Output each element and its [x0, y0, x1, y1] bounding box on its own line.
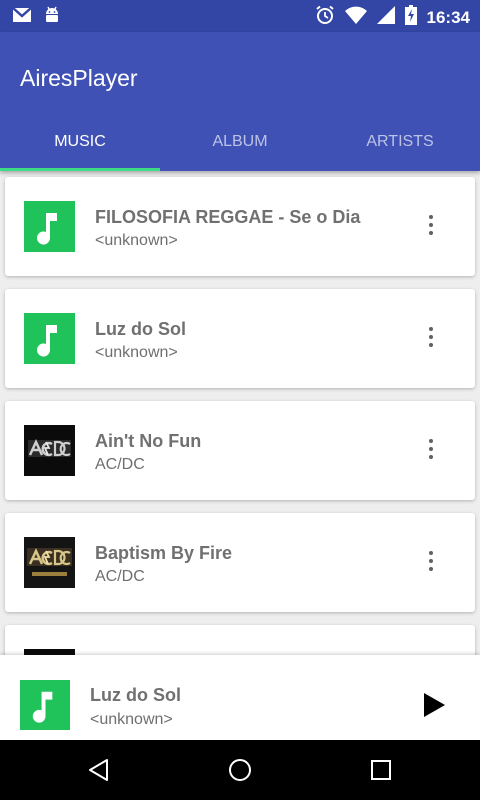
- more-options-icon[interactable]: [425, 549, 437, 577]
- song-artist: AC/DC: [95, 568, 145, 585]
- app-title: AiresPlayer: [20, 65, 138, 91]
- song-card-partial[interactable]: [5, 625, 475, 655]
- android-icon: [44, 6, 60, 29]
- song-title: FILOSOFIA REGGAE - Se o Dia: [95, 207, 361, 227]
- play-icon[interactable]: [422, 692, 446, 718]
- song-artist: <unknown>: [95, 344, 178, 361]
- song-artist: <unknown>: [95, 232, 178, 249]
- more-options-icon[interactable]: [425, 213, 437, 241]
- battery-charging-icon: [404, 5, 417, 30]
- back-icon[interactable]: [87, 758, 111, 782]
- gmail-icon: [12, 7, 32, 28]
- song-card[interactable]: Ain't No Fun AC/DC: [5, 401, 475, 500]
- song-card[interactable]: Luz do Sol <unknown>: [5, 289, 475, 388]
- album-art-icon: [24, 425, 75, 476]
- music-note-icon: [24, 313, 75, 364]
- music-note-icon: [20, 680, 70, 730]
- song-title: Luz do Sol: [95, 319, 186, 339]
- song-card[interactable]: FILOSOFIA REGGAE - Se o Dia <unknown>: [5, 177, 475, 276]
- app-bar: AiresPlayer MUSIC ALBUM ARTISTS: [0, 32, 480, 171]
- song-list[interactable]: FILOSOFIA REGGAE - Se o Dia <unknown> Lu…: [0, 171, 480, 655]
- tab-album[interactable]: ALBUM: [160, 120, 320, 171]
- signal-icon: [376, 6, 395, 29]
- status-bar: 16:34: [0, 0, 480, 32]
- navigation-bar: [0, 740, 480, 800]
- now-playing-title: Luz do Sol: [90, 685, 181, 705]
- home-icon[interactable]: [228, 758, 252, 782]
- tab-artists[interactable]: ARTISTS: [320, 120, 480, 171]
- now-playing-bar[interactable]: Luz do Sol <unknown>: [0, 655, 480, 740]
- more-options-icon[interactable]: [425, 437, 437, 465]
- alarm-icon: [315, 5, 335, 30]
- tab-music[interactable]: MUSIC: [0, 120, 160, 171]
- clock: 16:34: [426, 7, 470, 27]
- wifi-icon: [344, 6, 367, 29]
- recents-icon[interactable]: [369, 758, 393, 782]
- song-title: Ain't No Fun: [95, 431, 202, 451]
- music-note-icon: [24, 201, 75, 252]
- song-card[interactable]: Baptism By Fire AC/DC: [5, 513, 475, 612]
- more-options-icon[interactable]: [425, 325, 437, 353]
- album-art-icon: [24, 537, 75, 588]
- song-artist: AC/DC: [95, 456, 145, 473]
- now-playing-artist: <unknown>: [90, 711, 173, 728]
- song-title: Baptism By Fire: [95, 543, 233, 563]
- tab-bar: MUSIC ALBUM ARTISTS: [0, 120, 480, 171]
